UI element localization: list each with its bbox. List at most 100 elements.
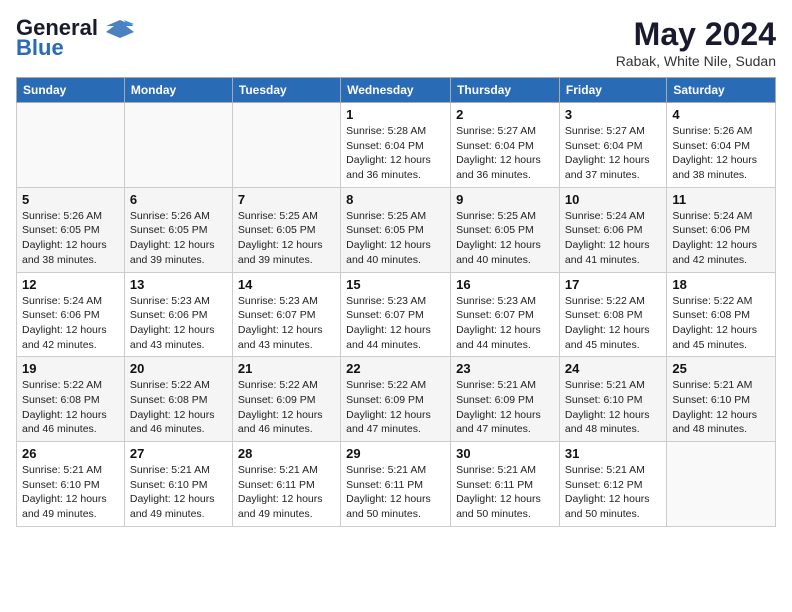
day-info: Sunrise: 5:25 AMSunset: 6:05 PMDaylight:… [238, 209, 335, 268]
location-subtitle: Rabak, White Nile, Sudan [616, 53, 776, 69]
day-number: 25 [672, 361, 770, 376]
col-wednesday: Wednesday [341, 78, 451, 103]
calendar-cell: 10 Sunrise: 5:24 AMSunset: 6:06 PMDayligh… [559, 187, 666, 272]
day-info: Sunrise: 5:27 AMSunset: 6:04 PMDaylight:… [456, 124, 554, 183]
day-info: Sunrise: 5:25 AMSunset: 6:05 PMDaylight:… [456, 209, 554, 268]
day-number: 16 [456, 277, 554, 292]
day-number: 18 [672, 277, 770, 292]
day-info: Sunrise: 5:21 AMSunset: 6:11 PMDaylight:… [456, 463, 554, 522]
calendar-cell: 25 Sunrise: 5:21 AMSunset: 6:10 PMDayligh… [667, 357, 776, 442]
calendar-cell: 24Sunrise: 5:21 AMSunset: 6:10 PMDayligh… [559, 357, 666, 442]
day-info: Sunrise: 5:23 AMSunset: 6:07 PMDaylight:… [346, 294, 445, 353]
calendar-cell: 16 Sunrise: 5:23 AMSunset: 6:07 PMDayligh… [451, 272, 560, 357]
day-info: Sunrise: 5:26 AMSunset: 6:04 PMDaylight:… [672, 124, 770, 183]
calendar-week-1: 1 Sunrise: 5:28 AMSunset: 6:04 PMDaylight… [17, 103, 776, 188]
day-info: Sunrise: 5:21 AMSunset: 6:10 PMDaylight:… [22, 463, 119, 522]
day-number: 9 [456, 192, 554, 207]
day-number: 4 [672, 107, 770, 122]
calendar-cell: 5 Sunrise: 5:26 AMSunset: 6:05 PMDaylight… [17, 187, 125, 272]
calendar-cell: 15 Sunrise: 5:23 AMSunset: 6:07 PMDayligh… [341, 272, 451, 357]
day-info: Sunrise: 5:22 AMSunset: 6:08 PMDaylight:… [672, 294, 770, 353]
calendar-cell: 27 Sunrise: 5:21 AMSunset: 6:10 PMDayligh… [124, 442, 232, 527]
calendar-header-row: Sunday Monday Tuesday Wednesday Thursday… [17, 78, 776, 103]
day-info: Sunrise: 5:21 AMSunset: 6:10 PMDaylight:… [672, 378, 770, 437]
day-info: Sunrise: 5:21 AMSunset: 6:11 PMDaylight:… [346, 463, 445, 522]
day-number: 8 [346, 192, 445, 207]
day-number: 12 [22, 277, 119, 292]
day-info: Sunrise: 5:22 AMSunset: 6:09 PMDaylight:… [238, 378, 335, 437]
day-number: 31 [565, 446, 661, 461]
calendar-cell: 13Sunrise: 5:23 AMSunset: 6:06 PMDayligh… [124, 272, 232, 357]
day-info: Sunrise: 5:28 AMSunset: 6:04 PMDaylight:… [346, 124, 445, 183]
calendar-week-4: 19Sunrise: 5:22 AMSunset: 6:08 PMDayligh… [17, 357, 776, 442]
day-info: Sunrise: 5:21 AMSunset: 6:09 PMDaylight:… [456, 378, 554, 437]
calendar-cell: 8 Sunrise: 5:25 AMSunset: 6:05 PMDaylight… [341, 187, 451, 272]
calendar-cell [17, 103, 125, 188]
day-number: 21 [238, 361, 335, 376]
day-info: Sunrise: 5:23 AMSunset: 6:07 PMDaylight:… [456, 294, 554, 353]
col-monday: Monday [124, 78, 232, 103]
day-number: 5 [22, 192, 119, 207]
calendar-cell [232, 103, 340, 188]
col-tuesday: Tuesday [232, 78, 340, 103]
calendar-cell: 19Sunrise: 5:22 AMSunset: 6:08 PMDayligh… [17, 357, 125, 442]
calendar-cell [667, 442, 776, 527]
logo-bird-icon [106, 18, 134, 40]
logo: General Blue [16, 16, 136, 60]
day-number: 29 [346, 446, 445, 461]
day-info: Sunrise: 5:23 AMSunset: 6:07 PMDaylight:… [238, 294, 335, 353]
calendar-cell: 31 Sunrise: 5:21 AMSunset: 6:12 PMDayligh… [559, 442, 666, 527]
col-thursday: Thursday [451, 78, 560, 103]
day-number: 10 [565, 192, 661, 207]
day-info: Sunrise: 5:24 AMSunset: 6:06 PMDaylight:… [22, 294, 119, 353]
calendar-cell: 11 Sunrise: 5:24 AMSunset: 6:06 PMDayligh… [667, 187, 776, 272]
day-number: 3 [565, 107, 661, 122]
day-number: 19 [22, 361, 119, 376]
day-info: Sunrise: 5:24 AMSunset: 6:06 PMDaylight:… [672, 209, 770, 268]
calendar-cell: 6 Sunrise: 5:26 AMSunset: 6:05 PMDaylight… [124, 187, 232, 272]
calendar-cell: 1 Sunrise: 5:28 AMSunset: 6:04 PMDaylight… [341, 103, 451, 188]
day-info: Sunrise: 5:25 AMSunset: 6:05 PMDaylight:… [346, 209, 445, 268]
calendar-cell: 3 Sunrise: 5:27 AMSunset: 6:04 PMDaylight… [559, 103, 666, 188]
day-number: 15 [346, 277, 445, 292]
day-number: 6 [130, 192, 227, 207]
calendar-cell: 30 Sunrise: 5:21 AMSunset: 6:11 PMDayligh… [451, 442, 560, 527]
day-info: Sunrise: 5:26 AMSunset: 6:05 PMDaylight:… [22, 209, 119, 268]
day-info: Sunrise: 5:26 AMSunset: 6:05 PMDaylight:… [130, 209, 227, 268]
col-friday: Friday [559, 78, 666, 103]
calendar-cell: 2 Sunrise: 5:27 AMSunset: 6:04 PMDaylight… [451, 103, 560, 188]
day-number: 17 [565, 277, 661, 292]
calendar-cell: 21 Sunrise: 5:22 AMSunset: 6:09 PMDayligh… [232, 357, 340, 442]
day-number: 1 [346, 107, 445, 122]
day-number: 23 [456, 361, 554, 376]
day-number: 30 [456, 446, 554, 461]
col-saturday: Saturday [667, 78, 776, 103]
calendar-week-2: 5 Sunrise: 5:26 AMSunset: 6:05 PMDaylight… [17, 187, 776, 272]
day-number: 28 [238, 446, 335, 461]
col-sunday: Sunday [17, 78, 125, 103]
day-number: 20 [130, 361, 227, 376]
calendar-cell: 29 Sunrise: 5:21 AMSunset: 6:11 PMDayligh… [341, 442, 451, 527]
day-info: Sunrise: 5:21 AMSunset: 6:12 PMDaylight:… [565, 463, 661, 522]
day-info: Sunrise: 5:24 AMSunset: 6:06 PMDaylight:… [565, 209, 661, 268]
day-info: Sunrise: 5:22 AMSunset: 6:08 PMDaylight:… [565, 294, 661, 353]
day-number: 27 [130, 446, 227, 461]
day-info: Sunrise: 5:27 AMSunset: 6:04 PMDaylight:… [565, 124, 661, 183]
day-number: 24 [565, 361, 661, 376]
calendar-cell: 28 Sunrise: 5:21 AMSunset: 6:11 PMDayligh… [232, 442, 340, 527]
day-info: Sunrise: 5:21 AMSunset: 6:10 PMDaylight:… [130, 463, 227, 522]
day-number: 2 [456, 107, 554, 122]
day-info: Sunrise: 5:21 AMSunset: 6:11 PMDaylight:… [238, 463, 335, 522]
calendar-cell: 12 Sunrise: 5:24 AMSunset: 6:06 PMDayligh… [17, 272, 125, 357]
calendar-cell: 9 Sunrise: 5:25 AMSunset: 6:05 PMDaylight… [451, 187, 560, 272]
calendar-cell: 22Sunrise: 5:22 AMSunset: 6:09 PMDayligh… [341, 357, 451, 442]
day-number: 11 [672, 192, 770, 207]
calendar-cell [124, 103, 232, 188]
calendar-cell: 20Sunrise: 5:22 AMSunset: 6:08 PMDayligh… [124, 357, 232, 442]
calendar-cell: 18 Sunrise: 5:22 AMSunset: 6:08 PMDayligh… [667, 272, 776, 357]
calendar-week-5: 26 Sunrise: 5:21 AMSunset: 6:10 PMDayligh… [17, 442, 776, 527]
day-number: 22 [346, 361, 445, 376]
day-number: 26 [22, 446, 119, 461]
calendar-cell: 26 Sunrise: 5:21 AMSunset: 6:10 PMDayligh… [17, 442, 125, 527]
calendar-week-3: 12 Sunrise: 5:24 AMSunset: 6:06 PMDayligh… [17, 272, 776, 357]
